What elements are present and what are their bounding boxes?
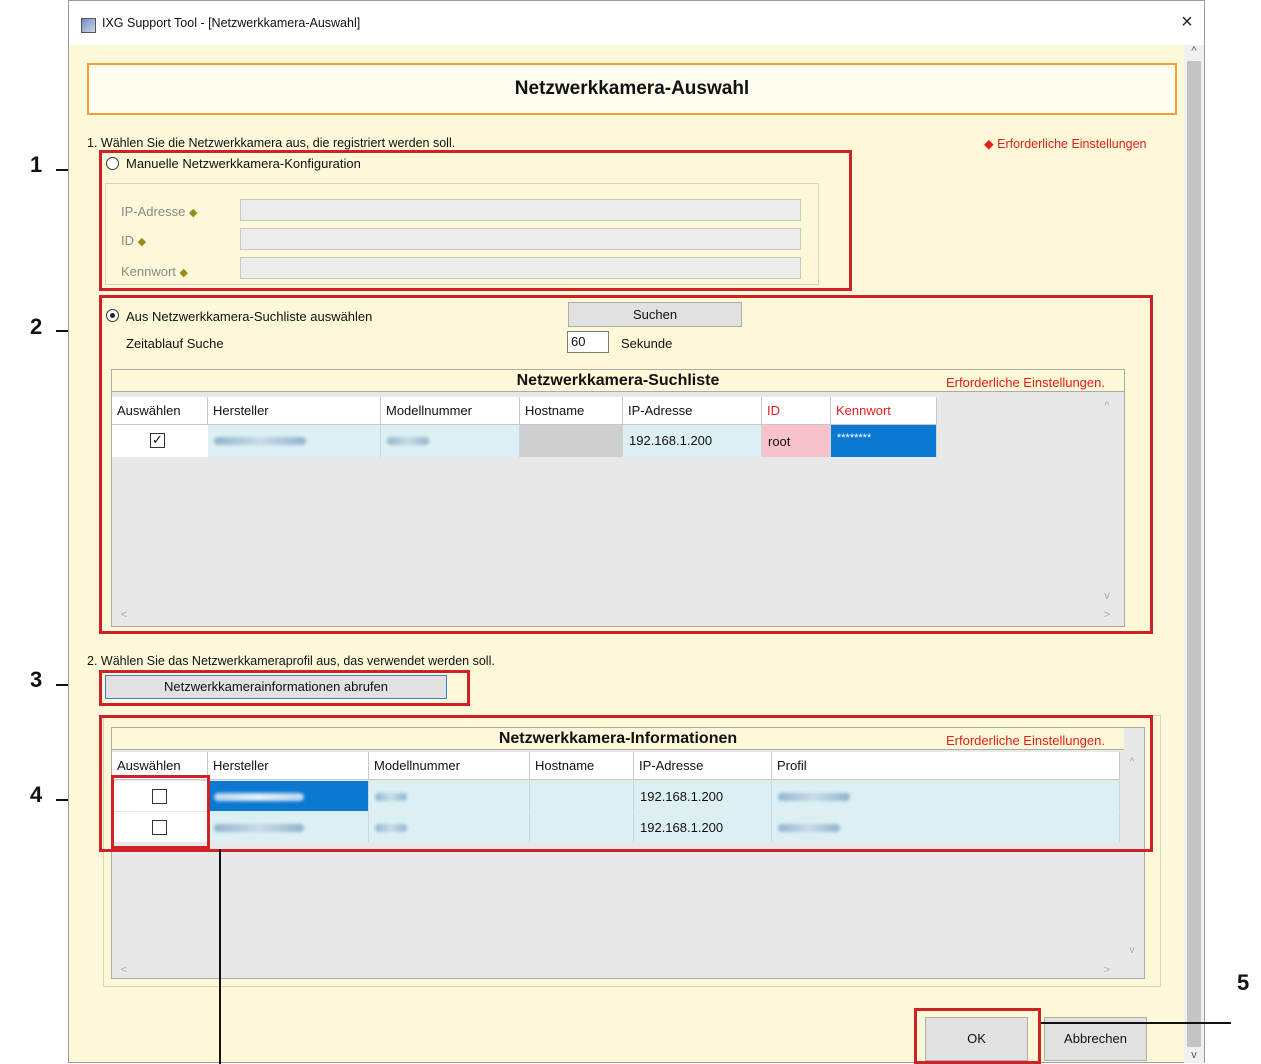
id-field[interactable] (240, 228, 801, 250)
id-label: ID ◆ (121, 233, 147, 248)
scroll-down-icon[interactable]: v (1184, 1049, 1204, 1061)
vertical-scrollbar[interactable]: ^ v (1184, 45, 1204, 1063)
column-header-select[interactable]: Auswählen (112, 397, 208, 425)
scroll-left-icon[interactable]: < (114, 609, 134, 621)
hostname-cell (520, 425, 623, 457)
column-header-hostname[interactable]: Hostname (520, 397, 623, 425)
app-icon (81, 18, 96, 33)
manufacturer-cell (208, 425, 381, 457)
page-title: Netzwerkkamera-Auswahl (87, 63, 1177, 115)
callout-5-line (1041, 1022, 1231, 1024)
dialog-window: IXG Support Tool - [Netzwerkkamera-Auswa… (68, 0, 1231, 1064)
search-timeout-input[interactable]: 60 (567, 331, 609, 353)
search-list-vscroll[interactable] (1128, 397, 1148, 607)
table-row[interactable]: ✓ 192.168.1.200 root ******** (112, 425, 937, 457)
step2-instruction: 2. Wählen Sie das Netzwerkkameraprofil a… (87, 654, 495, 668)
window-title: IXG Support Tool - [Netzwerkkamera-Auswa… (102, 16, 361, 30)
callout-2: 2 (30, 314, 43, 339)
id-cell[interactable]: root (762, 425, 831, 457)
callout-4: 4 (30, 782, 43, 807)
row-select-checkbox[interactable]: ✓ (150, 433, 165, 448)
required-diamond-icon: ◆ (179, 267, 189, 279)
column-header-id[interactable]: ID (762, 397, 831, 425)
redacted-text (214, 436, 306, 445)
fetch-camera-info-button[interactable]: Netzwerkkamerainformationen abrufen (105, 675, 447, 699)
search-list-grid: Netzwerkkamera-Suchliste Erforderliche E… (111, 369, 1125, 627)
callout-3: 3 (30, 667, 43, 692)
row-select-cell[interactable]: ✓ (112, 425, 208, 457)
password-field[interactable] (240, 257, 801, 279)
scroll-up-icon[interactable]: ^ (1184, 45, 1204, 57)
column-header-manufacturer[interactable]: Hersteller (208, 397, 381, 425)
title-bar: IXG Support Tool - [Netzwerkkamera-Auswa… (69, 1, 1204, 45)
column-header-password[interactable]: Kennwort (831, 397, 937, 425)
manual-config-radio[interactable] (106, 157, 119, 170)
callout-1: 1 (30, 152, 43, 177)
scrollbar-thumb[interactable] (1187, 61, 1201, 1047)
ip-cell: 192.168.1.200 (623, 425, 762, 457)
search-list-radio-label[interactable]: Aus Netzwerkkamera-Suchliste auswählen (126, 309, 372, 324)
required-settings-note: ◆ Erforderliche Einstellungen (984, 137, 1147, 151)
model-cell (381, 425, 520, 457)
scroll-right-icon[interactable]: > (1097, 964, 1117, 976)
manual-config-label[interactable]: Manuelle Netzwerkkamera-Konfiguration (126, 156, 361, 171)
callout-4-pointer-line (219, 849, 221, 1064)
close-icon[interactable]: × (1177, 12, 1197, 32)
scroll-up-icon[interactable]: ^ (1097, 400, 1117, 412)
ok-button-highlight (914, 1008, 1041, 1064)
scroll-left-icon[interactable]: < (114, 964, 134, 976)
password-label: Kennwort ◆ (121, 264, 189, 279)
password-cell[interactable]: ******** (831, 425, 937, 457)
scroll-down-icon[interactable]: v (1097, 590, 1117, 602)
scroll-down-icon[interactable]: v (1122, 944, 1142, 956)
scroll-right-icon[interactable]: > (1097, 609, 1117, 621)
info-list-section (99, 715, 1153, 852)
column-header-model[interactable]: Modellnummer (381, 397, 520, 425)
info-select-column-highlight (111, 775, 210, 849)
required-diamond-icon: ◆ (188, 207, 198, 219)
required-diamond-icon: ◆ (984, 137, 994, 151)
column-header-ip[interactable]: IP-Adresse (623, 397, 762, 425)
search-button[interactable]: Suchen (568, 302, 742, 327)
callout-5: 5 (1237, 970, 1250, 995)
search-list-required-note: Erforderliche Einstellungen. (946, 375, 1105, 390)
ip-address-label: IP-Adresse ◆ (121, 204, 198, 219)
search-list-radio[interactable] (106, 309, 119, 322)
redacted-text (387, 436, 429, 445)
search-timeout-label: Zeitablauf Suche (126, 336, 224, 351)
step1-instruction: 1. Wählen Sie die Netzwerkkamera aus, di… (87, 136, 456, 150)
search-timeout-unit: Sekunde (621, 336, 673, 351)
required-diamond-icon: ◆ (137, 236, 147, 248)
ip-address-field[interactable] (240, 199, 801, 221)
